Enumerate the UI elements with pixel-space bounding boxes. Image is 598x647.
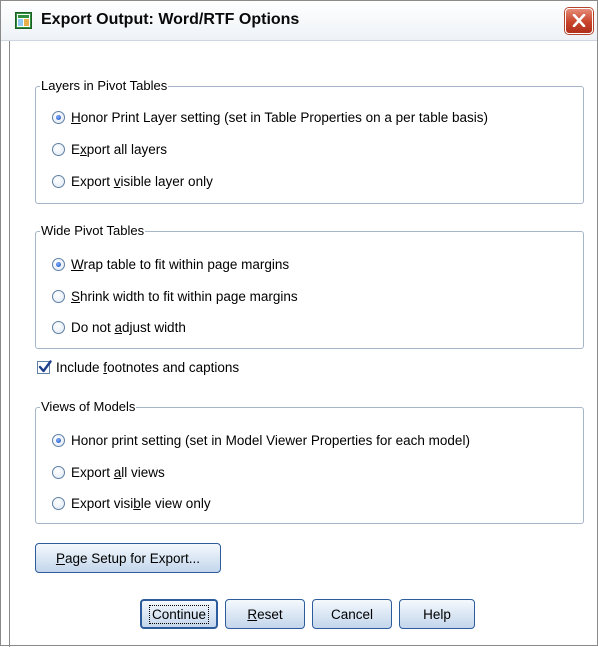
radio-export-visible-layer[interactable]: Export visible layer only	[52, 171, 213, 191]
radio-button[interactable]	[52, 110, 65, 124]
views-of-models-group: Views of Models Honor print setting (set…	[35, 399, 584, 524]
option-label: Export all layers	[71, 141, 168, 157]
option-label: Honor print setting (set in Model Viewer…	[71, 432, 470, 448]
title-bar[interactable]: Export Output: Word/RTF Options	[1, 1, 597, 41]
option-label: Export visible layer only	[71, 173, 213, 189]
reset-button[interactable]: Reset	[225, 599, 305, 629]
checkbox[interactable]	[37, 359, 52, 374]
cancel-button[interactable]: Cancel	[312, 599, 392, 629]
close-button[interactable]	[565, 8, 593, 34]
radio-do-not-adjust-width[interactable]: Do not adjust width	[52, 317, 186, 337]
wide-pivot-tables-group: Wide Pivot Tables Wrap table to fit with…	[35, 223, 584, 349]
group-legend: Layers in Pivot Tables	[40, 78, 169, 94]
option-label: Honor Print Layer setting (set in Table …	[71, 109, 488, 125]
radio-button[interactable]	[52, 433, 65, 447]
dialog-title: Export Output: Word/RTF Options	[41, 11, 300, 28]
radio-export-visible-view[interactable]: Export visible view only	[52, 493, 211, 513]
radio-export-all-views[interactable]: Export all views	[52, 462, 165, 482]
help-label: Help	[423, 606, 451, 622]
window-edge	[9, 41, 10, 647]
spss-output-icon	[15, 12, 32, 29]
checkbox-include-footnotes[interactable]: Include footnotes and captions	[37, 357, 239, 377]
button-label: Page Setup for Export...	[55, 550, 201, 566]
cancel-label: Cancel	[330, 606, 374, 622]
layers-in-pivot-tables-group: Layers in Pivot Tables Honor Print Layer…	[35, 78, 584, 204]
export-options-dialog: Export Output: Word/RTF Options Layers i…	[0, 0, 598, 647]
reset-label: Reset	[247, 606, 283, 622]
option-label: Wrap table to fit within page margins	[71, 256, 290, 272]
radio-button[interactable]	[52, 496, 65, 510]
radio-button[interactable]	[52, 289, 65, 303]
page-setup-for-export-button[interactable]: Page Setup for Export...	[35, 543, 221, 573]
checkbox-label: Include footnotes and captions	[56, 359, 240, 375]
help-button[interactable]: Help	[399, 599, 475, 629]
option-label: Export all views	[71, 464, 165, 480]
radio-button[interactable]	[52, 174, 65, 188]
close-icon	[572, 14, 586, 27]
continue-label: Continue	[148, 604, 210, 624]
radio-button[interactable]	[52, 465, 65, 479]
radio-honor-print-setting[interactable]: Honor print setting (set in Model Viewer…	[52, 430, 470, 450]
radio-button[interactable]	[52, 142, 65, 156]
radio-shrink-width[interactable]: Shrink width to fit within page margins	[52, 286, 298, 306]
continue-button[interactable]: Continue	[140, 599, 218, 629]
option-label: Do not adjust width	[71, 319, 186, 335]
radio-wrap-table[interactable]: Wrap table to fit within page margins	[52, 254, 289, 274]
radio-honor-print-layer[interactable]: Honor Print Layer setting (set in Table …	[52, 107, 488, 127]
radio-button[interactable]	[52, 320, 65, 334]
option-label: Shrink width to fit within page margins	[71, 288, 298, 304]
radio-button[interactable]	[52, 257, 65, 271]
group-legend: Wide Pivot Tables	[40, 223, 146, 239]
option-label: Export visible view only	[71, 495, 211, 511]
checkmark-icon	[38, 359, 52, 372]
group-legend: Views of Models	[40, 399, 137, 415]
radio-export-all-layers[interactable]: Export all layers	[52, 139, 167, 159]
